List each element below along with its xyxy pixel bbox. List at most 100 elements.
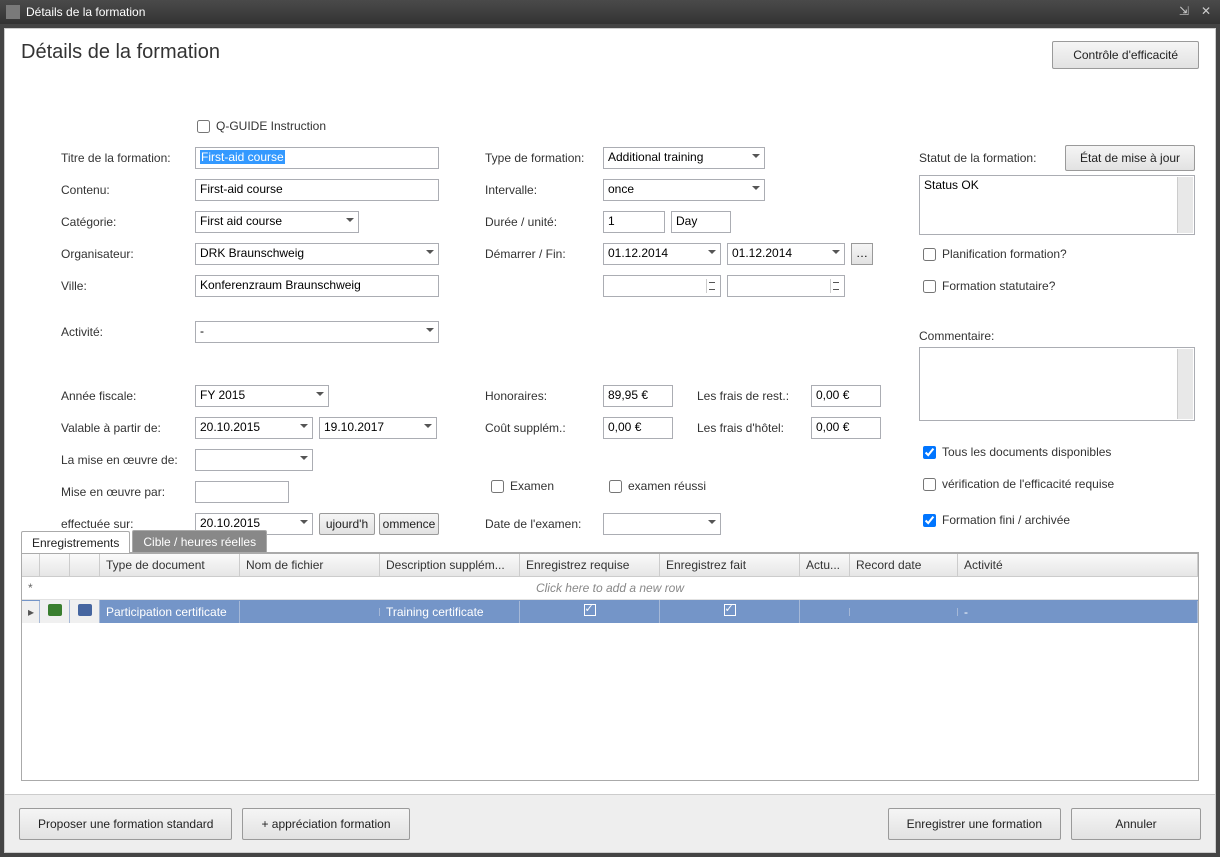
etat-maj-button[interactable]: État de mise à jour [1065, 145, 1195, 171]
planification-checkbox[interactable]: Planification formation? [923, 247, 1067, 261]
duree-input[interactable]: 1 [603, 211, 665, 233]
mise-en-oeuvre-de-label: La mise en œuvre de: [61, 453, 178, 467]
col-nom-fichier[interactable]: Nom de fichier [240, 554, 380, 576]
titlebar: Détails de la formation ⇲ ✕ [0, 0, 1220, 24]
date-start-combo[interactable]: 01.12.2014 [603, 243, 721, 265]
row-indicator-icon: ▸ [22, 601, 40, 623]
categorie-combo[interactable]: First aid course [195, 211, 359, 233]
verif-efficacite-label: vérification de l'efficacité requise [942, 477, 1114, 491]
app-icon [6, 5, 20, 19]
intervalle-label: Intervalle: [485, 183, 537, 197]
row-print-icon[interactable] [70, 600, 100, 623]
date-end-combo[interactable]: 01.12.2014 [727, 243, 845, 265]
statutaire-checkbox[interactable]: Formation statutaire? [923, 279, 1055, 293]
qguide-checkbox[interactable]: Q-GUIDE Instruction [197, 119, 326, 133]
time-end-spinner[interactable] [727, 275, 845, 297]
footer: Proposer une formation standard + appréc… [5, 794, 1215, 852]
date-range-ellipsis-button[interactable]: … [851, 243, 873, 265]
contenu-label: Contenu: [61, 183, 110, 197]
examen-reussi-checkbox[interactable]: examen réussi [609, 479, 706, 493]
examen-label: Examen [510, 479, 554, 493]
cell-record-date [850, 608, 958, 616]
duree-label: Durée / unité: [485, 215, 557, 229]
examen-reussi-label: examen réussi [628, 479, 706, 493]
contenu-input[interactable]: First-aid course [195, 179, 439, 201]
activite-combo[interactable]: - [195, 321, 439, 343]
honoraires-label: Honoraires: [485, 389, 547, 403]
demarrer-fin-label: Démarrer / Fin: [485, 247, 566, 261]
ville-input[interactable]: Konferenzraum Braunschweig [195, 275, 439, 297]
type-formation-label: Type de formation: [485, 151, 584, 165]
pin-icon[interactable]: ⇲ [1176, 4, 1192, 20]
mise-en-oeuvre-par-input[interactable] [195, 481, 289, 503]
page-title: Détails de la formation [21, 41, 220, 64]
mise-en-oeuvre-par-label: Mise en œuvre par: [61, 485, 165, 499]
enregistrer-formation-button[interactable]: Enregistrer une formation [888, 808, 1061, 840]
frais-hotel-label: Les frais d'hôtel: [697, 421, 784, 435]
organisateur-label: Organisateur: [61, 247, 134, 261]
valable-from-date[interactable]: 20.10.2015 [195, 417, 313, 439]
scrollbar[interactable] [1177, 349, 1193, 419]
grid-header: Type de document Nom de fichier Descript… [22, 554, 1198, 577]
col-enreg-fait[interactable]: Enregistrez fait [660, 554, 800, 576]
form-area: Q-GUIDE Instruction Titre de la formatio… [21, 89, 1199, 782]
ville-label: Ville: [61, 279, 87, 293]
table-row[interactable]: ▸ Participation certificate Training cer… [22, 600, 1198, 623]
examen-checkbox[interactable]: Examen [491, 479, 554, 493]
statutaire-label: Formation statutaire? [942, 279, 1055, 293]
organisateur-combo[interactable]: DRK Braunschweig [195, 243, 439, 265]
grid-new-row[interactable]: * Click here to add a new row [22, 577, 1198, 600]
annee-fiscale-combo[interactable]: FY 2015 [195, 385, 329, 407]
cell-enreg-requise[interactable] [520, 600, 660, 623]
titre-label: Titre de la formation: [61, 151, 171, 165]
cell-enreg-fait[interactable] [660, 600, 800, 623]
cout-supplem-input[interactable]: 0,00 € [603, 417, 673, 439]
scrollbar[interactable] [1177, 177, 1193, 233]
cell-type-document: Participation certificate [100, 601, 240, 623]
valable-to-date[interactable]: 19.10.2017 [319, 417, 437, 439]
duree-unit-input[interactable]: Day [671, 211, 731, 233]
close-icon[interactable]: ✕ [1198, 4, 1214, 20]
titre-input[interactable]: First-aid course [195, 147, 439, 169]
row-add-icon[interactable] [40, 600, 70, 623]
formation-fini-checkbox[interactable]: Formation fini / archivée [923, 513, 1070, 527]
proposer-formation-button[interactable]: Proposer une formation standard [19, 808, 232, 840]
cell-activite: - [958, 601, 1198, 623]
statut-label: Statut de la formation: [919, 151, 1036, 165]
mise-en-oeuvre-de-combo[interactable] [195, 449, 313, 471]
docs-dispo-checkbox[interactable]: Tous les documents disponibles [923, 445, 1111, 459]
planification-label: Planification formation? [942, 247, 1067, 261]
tabs-area: Enregistrements Cible / heures réelles T… [21, 530, 1199, 782]
formation-fini-label: Formation fini / archivée [942, 513, 1070, 527]
col-enreg-requise[interactable]: Enregistrez requise [520, 554, 660, 576]
control-efficiency-button[interactable]: Contrôle d'efficacité [1052, 41, 1199, 69]
tab-enregistrements[interactable]: Enregistrements [21, 531, 130, 553]
verif-efficacite-checkbox[interactable]: vérification de l'efficacité requise [923, 477, 1114, 491]
status-textarea[interactable]: Status OK [919, 175, 1195, 235]
cell-actu [800, 608, 850, 616]
tab-cible-heures[interactable]: Cible / heures réelles [132, 530, 267, 552]
records-grid[interactable]: Type de document Nom de fichier Descript… [21, 553, 1199, 781]
categorie-label: Catégorie: [61, 215, 116, 229]
type-formation-combo[interactable]: Additional training [603, 147, 765, 169]
col-activite[interactable]: Activité [958, 554, 1198, 576]
frais-hotel-input[interactable]: 0,00 € [811, 417, 881, 439]
annuler-button[interactable]: Annuler [1071, 808, 1201, 840]
time-start-spinner[interactable] [603, 275, 721, 297]
col-actu[interactable]: Actu... [800, 554, 850, 576]
date-examen-label: Date de l'examen: [485, 517, 581, 531]
annee-fiscale-label: Année fiscale: [61, 389, 136, 403]
intervalle-combo[interactable]: once [603, 179, 765, 201]
appreciation-formation-button[interactable]: + appréciation formation [242, 808, 409, 840]
frais-rest-input[interactable]: 0,00 € [811, 385, 881, 407]
honoraires-input[interactable]: 89,95 € [603, 385, 673, 407]
col-record-date[interactable]: Record date [850, 554, 958, 576]
col-type-document[interactable]: Type de document [100, 554, 240, 576]
frais-rest-label: Les frais de rest.: [697, 389, 789, 403]
commentaire-textarea[interactable] [919, 347, 1195, 421]
valable-label: Valable à partir de: [61, 421, 161, 435]
status-text: Status OK [924, 178, 979, 192]
qguide-label: Q-GUIDE Instruction [216, 119, 326, 133]
effectuee-sur-label: effectuée sur: [61, 517, 134, 531]
col-description[interactable]: Description supplém... [380, 554, 520, 576]
